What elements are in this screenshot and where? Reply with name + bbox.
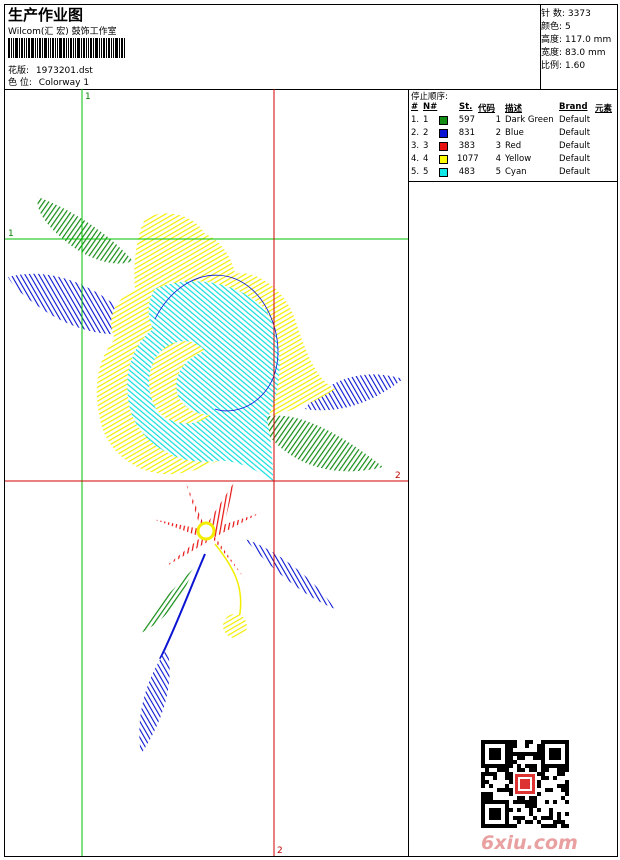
cell-n: 2	[423, 128, 429, 138]
cell-n: 4	[423, 154, 429, 164]
cell-desc: Cyan	[505, 167, 527, 177]
embroidery-canvas: 1 1 2 2	[5, 89, 408, 856]
green-leaf-top	[37, 197, 133, 264]
blue-leaf-lower-right	[245, 539, 335, 609]
header: 生产作业图 Wilcom(汇 宏) 鼓饰工作室 花版: 1973201.dst …	[5, 5, 617, 90]
color-swatch	[439, 155, 448, 164]
barcode	[8, 38, 144, 58]
cell-code: 2	[495, 128, 501, 138]
cell-num: 5.	[411, 167, 420, 177]
cell-num: 4.	[411, 154, 420, 164]
cell-n: 5	[423, 167, 429, 177]
cell-code: 4	[495, 154, 501, 164]
document-frame: 生产作业图 Wilcom(汇 宏) 鼓饰工作室 花版: 1973201.dst …	[4, 4, 618, 857]
blue-leaf-bottom	[139, 649, 170, 754]
red-guide-label-right: 2	[395, 471, 401, 481]
table-header: # N# St. 代码 描述 Brand 元素	[411, 102, 613, 114]
cell-code: 5	[495, 167, 501, 177]
table-row: 3. 3 383 3 Red Default	[411, 141, 617, 153]
cell-brand: Default	[559, 141, 591, 151]
cell-brand: Default	[559, 128, 591, 138]
cell-num: 1.	[411, 115, 420, 125]
cell-desc: Blue	[505, 128, 524, 138]
cell-st: 1077	[457, 154, 479, 164]
embroidery-preview: 1 1 2 2	[5, 89, 409, 856]
stat-colors: 颜色: 5	[541, 22, 571, 32]
stat-height: 高度: 117.0 mm	[541, 35, 612, 45]
cell-brand: Default	[559, 115, 591, 125]
table-row: 5. 5 483 5 Cyan Default	[411, 167, 617, 179]
colorway-label: 色 位:	[8, 78, 32, 88]
color-swatch	[439, 129, 448, 138]
cell-n: 1	[423, 115, 429, 125]
color-swatch	[439, 142, 448, 151]
red-flower	[153, 481, 260, 579]
color-swatch	[439, 116, 448, 125]
green-guide-label-left: 1	[8, 229, 14, 239]
colorway-value: Colorway 1	[38, 78, 90, 88]
stat-stitches: 针 数: 3373	[541, 9, 591, 19]
cell-n: 3	[423, 141, 429, 151]
cell-st: 597	[458, 115, 475, 125]
stop-sequence-title: 停止顺序:	[411, 92, 448, 102]
table-row: 4. 4 1077 4 Yellow Default	[411, 154, 617, 166]
cell-st: 831	[458, 128, 475, 138]
yellow-bud	[223, 614, 247, 638]
cell-num: 3.	[411, 141, 420, 151]
green-leaf-right	[257, 415, 383, 472]
stat-scale: 比例: 1.60	[541, 61, 586, 71]
green-guide-label-top: 1	[85, 92, 91, 102]
header-info: 生产作业图 Wilcom(汇 宏) 鼓饰工作室 花版: 1973201.dst …	[5, 5, 541, 89]
stats-panel: 针 数: 3373 颜色: 5 高度: 117.0 mm 宽度: 83.0 mm 比例:…	[541, 5, 617, 89]
cell-st: 483	[458, 167, 475, 177]
cell-st: 383	[458, 141, 475, 151]
cell-brand: Default	[559, 154, 591, 164]
qr-code	[481, 740, 569, 828]
stat-width: 宽度: 83.0 mm	[541, 48, 606, 58]
colorway-line: 色 位: Colorway 1	[8, 75, 89, 88]
color-swatch	[439, 168, 448, 177]
cell-brand: Default	[559, 167, 591, 177]
cell-code: 1	[495, 115, 501, 125]
table-row: 2. 2 831 2 Blue Default	[411, 128, 617, 140]
cell-num: 2.	[411, 128, 420, 138]
table-row: 1. 1 597 1 Dark Green Default	[411, 115, 617, 127]
cell-desc: Yellow	[505, 154, 532, 164]
stop-sequence-table: 停止顺序: # N# St. 代码 描述 Brand 元素 1. 1 597 1 Dar…	[409, 89, 617, 182]
cell-desc: Red	[505, 141, 522, 151]
page-title: 生产作业图	[8, 6, 84, 24]
cell-desc: Dark Green	[505, 115, 554, 125]
studio-name: Wilcom(汇 宏) 鼓饰工作室	[8, 27, 117, 37]
watermark-logo: 6xiu.com	[481, 832, 578, 854]
red-guide-label-bottom: 2	[277, 846, 283, 856]
cell-code: 3	[495, 141, 501, 151]
